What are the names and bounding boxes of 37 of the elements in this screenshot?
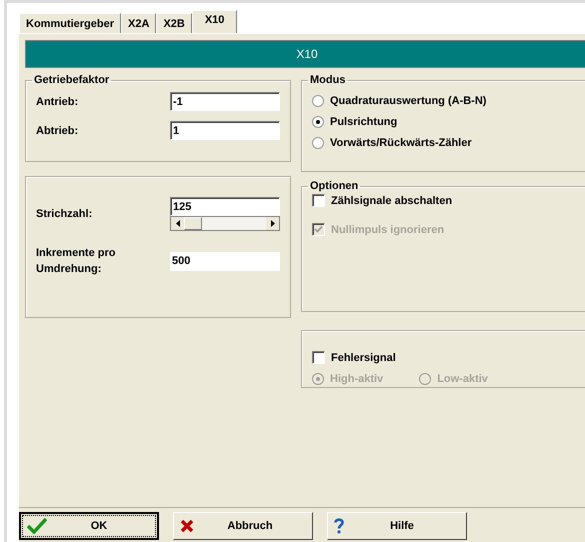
radio-button[interactable]: [312, 116, 324, 128]
field-label: Abtrieb:: [36, 124, 78, 136]
group-title: Getriebefaktor: [33, 74, 110, 86]
input-field[interactable]: -1: [170, 92, 280, 111]
option-label: Nullimpuls ignorieren: [331, 224, 444, 236]
option-label: Fehlersignal: [331, 352, 396, 364]
group-title: Optionen: [309, 180, 360, 192]
option-label: Pulsrichtung: [330, 116, 398, 128]
help-button[interactable]: Hilfe: [327, 512, 467, 540]
scroll-thumb[interactable]: [184, 217, 202, 230]
section-header: X10: [25, 40, 585, 68]
field-label: Antrieb:: [36, 96, 78, 108]
cross-icon: [180, 519, 194, 533]
tab[interactable]: Kommutiergeber: [19, 13, 122, 33]
scrollbar[interactable]: [170, 216, 280, 231]
input-field[interactable]: 1: [170, 121, 280, 140]
option-label: Vorwärts/Rückwärts-Zähler: [330, 137, 472, 149]
radio-button[interactable]: [312, 95, 324, 107]
field-label: Inkremente pro Umdrehung:: [36, 246, 116, 277]
option-label: Low-aktiv: [437, 373, 488, 385]
tab[interactable]: X2A: [121, 13, 156, 33]
radio-button[interactable]: [312, 137, 324, 149]
option-label: High-aktiv: [330, 373, 384, 385]
question-mark-icon: [334, 518, 344, 534]
option-label: Quadraturauswertung (A-B-N): [330, 95, 486, 107]
checkbox[interactable]: [312, 351, 325, 364]
group-title: Modus: [309, 74, 346, 86]
tab[interactable]: X10: [192, 10, 238, 33]
input-field[interactable]: 125: [170, 197, 280, 216]
tab[interactable]: X2B: [156, 13, 192, 33]
option-label: Zählsignale abschalten: [331, 194, 452, 206]
ok-button[interactable]: OK: [19, 512, 159, 540]
checkmark-icon: [27, 518, 47, 534]
checkbox[interactable]: [312, 194, 325, 207]
cancel-button[interactable]: Abbruch: [173, 512, 313, 540]
field-label: Strichzahl:: [36, 208, 92, 220]
input-field[interactable]: 500: [170, 252, 280, 270]
